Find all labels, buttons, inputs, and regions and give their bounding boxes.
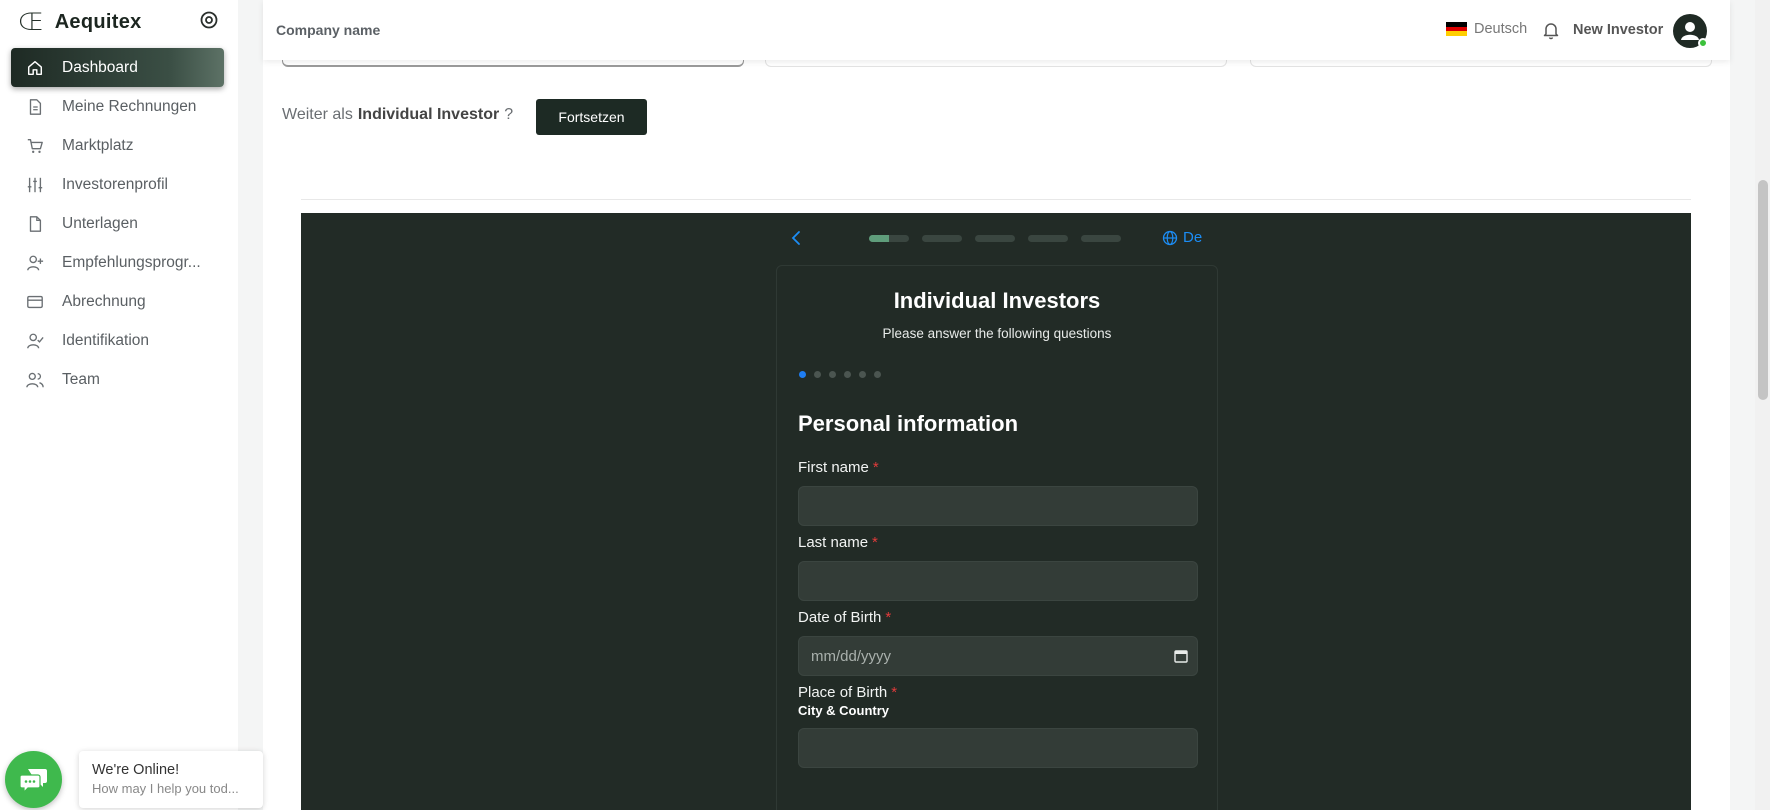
calendar-icon[interactable] [1173, 648, 1189, 664]
brand-name: Aequitex [54, 10, 142, 33]
form-card: Individual Investors Please answer the f… [776, 265, 1218, 810]
section-title: Personal information [798, 411, 1019, 436]
page-dot [799, 371, 806, 378]
sidebar-item-investor-profile[interactable]: Investorenprofil [11, 165, 224, 204]
german-flag-icon [1446, 22, 1467, 37]
brand-logo-icon: Œ [18, 8, 44, 36]
continue-prompt: Weiter als Individual Investor ? [282, 106, 513, 124]
page-dot [874, 371, 881, 378]
sidebar-item-label: Unterlagen [62, 214, 138, 232]
home-icon [25, 58, 45, 78]
cart-icon [25, 136, 45, 156]
page-dot [859, 371, 866, 378]
page-indicator [799, 371, 889, 378]
back-chevron-icon[interactable] [789, 230, 803, 246]
brand[interactable]: Œ Aequitex [18, 8, 142, 36]
required-mark: * [891, 684, 898, 701]
sidebar-item-label: Marktplatz [62, 136, 134, 154]
label-text: Place of Birth [798, 684, 888, 701]
sliders-icon [25, 175, 45, 195]
sidebar-item-label: Team [62, 370, 100, 388]
bell-icon[interactable] [1541, 20, 1561, 40]
sidebar-nav: Dashboard Meine Rechnungen Marktplatz In… [11, 48, 224, 399]
sidebar-item-identification[interactable]: Identifikation [11, 321, 224, 360]
form-title: Individual Investors [893, 288, 1101, 313]
pob-hint: City & Country [798, 703, 889, 718]
globe-icon [1162, 230, 1178, 245]
sidebar-item-label: Dashboard [62, 58, 138, 76]
page-dot [814, 371, 821, 378]
sidebar-item-documents[interactable]: Unterlagen [11, 204, 224, 243]
language-selector[interactable]: Deutsch [1446, 21, 1527, 37]
sidebar-item-label: Investorenprofil [62, 175, 168, 193]
last-name-label: Last name * [798, 534, 878, 551]
chat-title: We're Online! [92, 762, 180, 778]
form-subtitle: Please answer the following questions [882, 326, 1112, 341]
continue-button[interactable]: Fortsetzen [536, 99, 647, 135]
progress-step [922, 235, 962, 242]
online-status-dot [1698, 38, 1708, 48]
progress-step [1081, 235, 1121, 242]
credit-card-icon [25, 292, 45, 312]
progress-step [1028, 235, 1068, 242]
document-icon [25, 97, 45, 117]
page-dot [844, 371, 851, 378]
file-icon [25, 214, 45, 234]
top-bar: Company name Deutsch New Investor [263, 0, 1730, 60]
sidebar-item-label: Empfehlungsprogr... [62, 253, 201, 271]
scrollbar-track[interactable] [1755, 0, 1770, 810]
sidebar-item-team[interactable]: Team [11, 360, 224, 399]
progress-step [869, 235, 909, 242]
main-content: Company name Deutsch New Investor Weiter… [263, 0, 1730, 810]
sidebar-item-dashboard[interactable]: Dashboard [11, 48, 224, 87]
continue-role: Individual Investor [357, 106, 500, 123]
user-plus-icon [25, 253, 45, 273]
required-mark: * [872, 534, 878, 551]
sidebar-item-billing[interactable]: Abrechnung [11, 282, 224, 321]
label-text: First name [798, 459, 869, 476]
first-name-input[interactable] [798, 486, 1198, 526]
last-name-input[interactable] [798, 561, 1198, 601]
dob-label: Date of Birth * [798, 609, 891, 626]
scrollbar-thumb[interactable] [1758, 180, 1768, 400]
embedded-form: De Individual Investors Please answer th… [301, 213, 1691, 810]
users-icon [25, 370, 45, 390]
chat-bubble[interactable]: We're Online! How may I help you tod... [79, 751, 263, 808]
sidebar-item-label: Meine Rechnungen [62, 97, 197, 115]
embed-language-label: De [1183, 229, 1203, 246]
required-mark: * [885, 609, 892, 626]
sidebar-item-label: Identifikation [62, 331, 150, 349]
chat-button[interactable] [5, 751, 62, 808]
progress-steps [869, 235, 1134, 242]
sidebar-item-label: Abrechnung [62, 292, 146, 310]
progress-step [975, 235, 1015, 242]
sidebar: Œ Aequitex Dashboard Meine Rechnungen Ma… [0, 0, 238, 810]
sidebar-toggle-icon[interactable] [199, 10, 219, 30]
dob-input[interactable] [798, 636, 1198, 676]
divider [301, 199, 1691, 200]
embed-language-selector[interactable]: De [1162, 229, 1202, 246]
label-text: Last name [798, 534, 869, 551]
sidebar-item-invoices[interactable]: Meine Rechnungen [11, 87, 224, 126]
continue-suffix: ? [504, 106, 514, 123]
progress-step-fill [869, 235, 889, 242]
required-mark: * [872, 459, 879, 476]
sidebar-item-marketplace[interactable]: Marktplatz [11, 126, 224, 165]
label-text: Date of Birth [798, 609, 882, 626]
user-name[interactable]: New Investor [1573, 22, 1663, 38]
first-name-label: First name * [798, 459, 879, 476]
pob-label: Place of Birth * [798, 684, 897, 701]
language-label: Deutsch [1474, 21, 1528, 37]
page-dot [829, 371, 836, 378]
chat-icon [18, 768, 47, 793]
chat-message: How may I help you tod... [92, 781, 239, 796]
company-name: Company name [276, 22, 381, 38]
user-check-icon [25, 331, 45, 351]
continue-prefix: Weiter als [282, 106, 353, 123]
sidebar-item-referral[interactable]: Empfehlungsprogr... [11, 243, 224, 282]
pob-input[interactable] [798, 728, 1198, 768]
